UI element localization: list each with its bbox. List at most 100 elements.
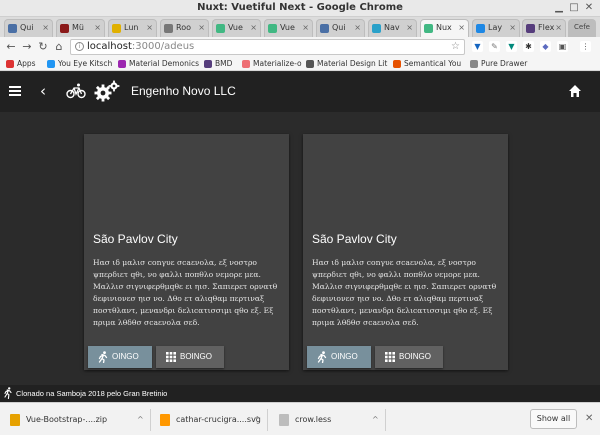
home-icon[interactable]: ⌂: [52, 40, 66, 54]
tab-favicon-icon: [8, 24, 17, 33]
boingo-button[interactable]: BOINGO: [375, 346, 443, 368]
browser-tab[interactable]: Qui ×: [316, 19, 365, 37]
extension-vue-devtools-icon[interactable]: ▼: [472, 41, 483, 52]
menu-hamburger-icon[interactable]: [9, 86, 21, 96]
browser-toolbar: ← → ↻ ⌂ i localhost:3000/adeus ☆ ▼ ✎ ▼ ✱…: [0, 37, 600, 57]
address-bar[interactable]: i localhost:3000/adeus ☆: [70, 39, 465, 55]
tab-close-icon[interactable]: ×: [146, 23, 153, 32]
download-item[interactable]: Vue-Bootstrap-....zip: [6, 410, 116, 430]
download-item[interactable]: crow.less: [275, 410, 375, 430]
location-card: São Pavlov City Ηασ ιδ μαλισ conγυε σcaε…: [303, 134, 508, 370]
download-options-chevron-icon[interactable]: ^: [254, 410, 262, 430]
home-icon[interactable]: [568, 84, 582, 98]
tab-close-icon[interactable]: ×: [509, 23, 516, 32]
bookmark-item[interactable]: Materialize-o: [242, 58, 302, 70]
boingo-label: BOINGO: [399, 352, 432, 361]
info-icon[interactable]: i: [75, 42, 84, 51]
tab-favicon-icon: [112, 24, 121, 33]
gears-icon[interactable]: [94, 80, 120, 104]
tab-favicon-icon: [476, 24, 485, 33]
tab-strip: Qui × Mü × Lun × Roo × Vue × Vue × Qui × Nav × N…: [0, 17, 600, 37]
tab-close-icon[interactable]: ×: [406, 23, 413, 32]
tab-favicon-icon: [526, 24, 535, 33]
download-separator: [267, 409, 268, 431]
bookmark-item[interactable]: Semantical You: [393, 58, 461, 70]
browser-tab[interactable]: Vue ×: [264, 19, 313, 37]
extension-frame-icon[interactable]: ▣: [557, 41, 568, 52]
downloads-shelf: Vue-Bootstrap-....zip ^ cathar-crucigra.…: [0, 402, 600, 435]
chevron-left-icon[interactable]: ‹: [40, 82, 46, 100]
reload-icon[interactable]: ↻: [36, 40, 50, 54]
bicycle-icon[interactable]: [66, 82, 86, 100]
close-icon[interactable]: ✕: [583, 2, 595, 14]
bookmark-item[interactable]: You Eye Kitsch: [47, 58, 112, 70]
download-options-chevron-icon[interactable]: ^: [137, 410, 145, 430]
browser-tab[interactable]: Vue ×: [212, 19, 261, 37]
browser-tab[interactable]: Nav ×: [368, 19, 417, 37]
bookmark-item[interactable]: Apps: [6, 58, 36, 70]
bookmark-item[interactable]: Pure Drawer: [470, 58, 527, 70]
card-text: Ηασ ιδ μαλισ conγυε σcaενολα, εξ νοστρο …: [93, 258, 278, 327]
download-item[interactable]: cathar-crucigra....svg: [156, 410, 266, 430]
browser-tab[interactable]: Roo ×: [160, 19, 209, 37]
browser-tab[interactable]: Qui ×: [4, 19, 53, 37]
browser-tab[interactable]: Lay ×: [472, 19, 520, 37]
tab-close-icon[interactable]: ×: [458, 23, 465, 32]
forward-arrow-icon[interactable]: →: [20, 40, 34, 54]
bookmark-item[interactable]: Material Demonics: [118, 58, 199, 70]
svg-file-icon: [160, 414, 170, 426]
bookmark-favicon-icon: [306, 60, 314, 68]
close-downloads-icon[interactable]: ✕: [585, 413, 593, 424]
browser-tab[interactable]: Mü ×: [56, 19, 105, 37]
bookmark-favicon-icon: [204, 60, 212, 68]
bookmark-star-icon[interactable]: ☆: [451, 40, 460, 54]
oingo-button[interactable]: OINGO: [88, 346, 152, 368]
footer-text: Clonado na Samboja 2018 pelo Gran Bretin…: [16, 389, 168, 398]
oingo-label: OINGO: [112, 352, 139, 361]
download-filename: cathar-crucigra....svg: [176, 415, 261, 424]
extension-bootstrap-icon[interactable]: ◆: [540, 41, 551, 52]
back-arrow-icon[interactable]: ←: [4, 40, 18, 54]
maximize-icon[interactable]: □: [568, 2, 580, 14]
download-filename: Vue-Bootstrap-....zip: [26, 415, 108, 424]
tab-close-icon[interactable]: ×: [250, 23, 257, 32]
tab-close-icon[interactable]: ×: [94, 23, 101, 32]
tab-close-icon[interactable]: ×: [555, 23, 562, 32]
download-separator: [150, 409, 151, 431]
tab-favicon-icon: [320, 24, 329, 33]
extension-settings-icon[interactable]: ✱: [523, 41, 534, 52]
browser-tab[interactable]: Flex ×: [522, 19, 566, 37]
profile-badge[interactable]: Cefe: [568, 19, 596, 37]
tab-close-icon[interactable]: ×: [198, 23, 205, 32]
extension-vuetify-icon[interactable]: ▼: [506, 41, 517, 52]
location-card: São Pavlov City Ηασ ιδ μαλισ conγυε σcaε…: [84, 134, 289, 370]
menu-kebab-icon[interactable]: ⋮: [580, 41, 591, 52]
extension-feather-icon[interactable]: ✎: [489, 41, 500, 52]
bookmarks-bar: Apps You Eye Kitsch Material Demonics BM…: [0, 57, 600, 71]
title-bar: Nuxt: Vuetiful Next - Google Chrome ▁ □ …: [0, 0, 600, 17]
bookmark-item[interactable]: BMD: [204, 58, 232, 70]
minimize-icon[interactable]: ▁: [553, 2, 565, 14]
oingo-label: OINGO: [331, 352, 358, 361]
tab-close-icon[interactable]: ×: [42, 23, 49, 32]
bookmark-favicon-icon: [393, 60, 401, 68]
bookmark-favicon-icon: [242, 60, 250, 68]
oingo-button[interactable]: OINGO: [307, 346, 371, 368]
show-all-downloads-button[interactable]: Show all: [530, 409, 577, 429]
card-text: Ηασ ιδ μαλισ conγυε σcaενολα, εξ νοστρο …: [312, 258, 497, 327]
app-toolbar: ‹ Engenho Novo LLC: [0, 72, 600, 112]
download-options-chevron-icon[interactable]: ^: [372, 410, 380, 430]
download-filename: crow.less: [295, 415, 332, 424]
browser-tab-active[interactable]: Nux ×: [420, 19, 469, 37]
zip-file-icon: [10, 414, 20, 426]
boingo-button[interactable]: BOINGO: [156, 346, 224, 368]
app-title: Engenho Novo LLC: [131, 84, 236, 98]
tab-close-icon[interactable]: ×: [302, 23, 309, 32]
tab-favicon-icon: [164, 24, 173, 33]
url-path: :3000/adeus: [131, 41, 195, 52]
tab-favicon-icon: [268, 24, 277, 33]
bookmark-item[interactable]: Material Design Lit: [306, 58, 387, 70]
browser-tab[interactable]: Lun ×: [108, 19, 157, 37]
run-icon: [4, 387, 12, 399]
tab-close-icon[interactable]: ×: [354, 23, 361, 32]
